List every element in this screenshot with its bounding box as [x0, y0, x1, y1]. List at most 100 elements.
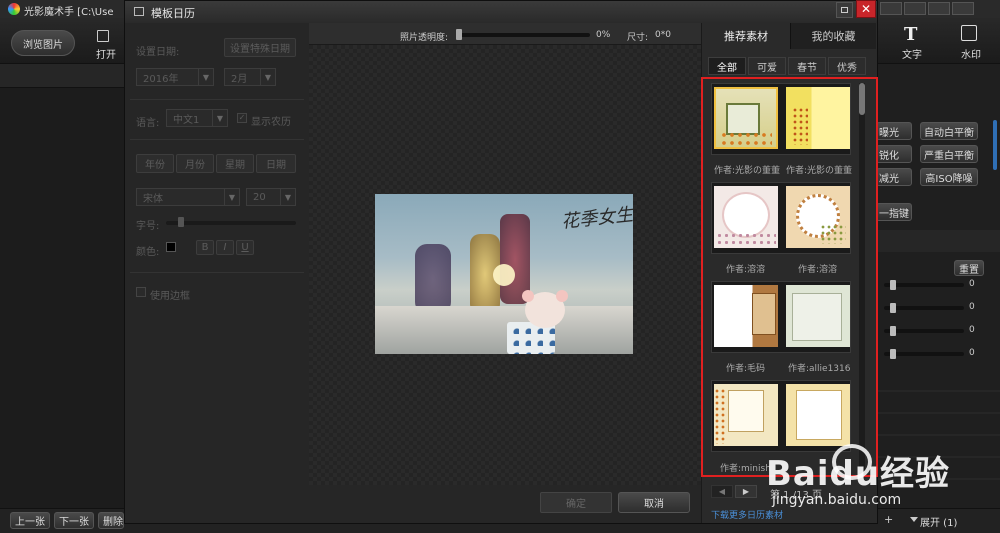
spacing-slider-knob[interactable]: [178, 217, 184, 227]
dialog-maximize-button[interactable]: [836, 2, 853, 18]
right-slider-1[interactable]: [884, 283, 964, 287]
auto-white-balance-button[interactable]: 自动白平衡: [920, 122, 978, 140]
template-thumb[interactable]: [786, 285, 850, 347]
dialog-titlebar: [125, 1, 877, 23]
year-select[interactable]: 2016年 ▼: [136, 68, 214, 86]
one-key-button[interactable]: 一指键: [876, 203, 912, 221]
size-select[interactable]: 20 ▼: [246, 188, 296, 206]
template-thumb[interactable]: [786, 87, 850, 149]
opacity-slider[interactable]: [456, 33, 590, 37]
add-icon[interactable]: +: [884, 513, 893, 526]
color-label: 颜色:: [136, 247, 160, 258]
use-border-label: 使用边框: [150, 291, 190, 302]
divider: [130, 99, 304, 100]
category-spring[interactable]: 春节: [788, 57, 826, 75]
toolbar-mini-2[interactable]: [904, 2, 926, 15]
category-excellent[interactable]: 优秀: [828, 57, 866, 75]
spacing-slider[interactable]: [166, 221, 296, 225]
template-thumb[interactable]: [714, 285, 778, 347]
category-all[interactable]: 全部: [708, 57, 746, 75]
bold-button[interactable]: B: [196, 240, 214, 255]
template-author: 作者:光影の董董: [786, 166, 853, 176]
sharpen-button[interactable]: 锐化: [876, 145, 912, 163]
right-slider-2-value: 0: [969, 302, 975, 312]
right-slider-2[interactable]: [884, 306, 964, 310]
font-select-value: 宋体: [143, 193, 163, 205]
tab-month[interactable]: 月份: [176, 154, 214, 173]
set-special-date-button[interactable]: 设置特殊日期: [224, 38, 296, 57]
confirm-button[interactable]: 确定: [540, 492, 612, 513]
font-select[interactable]: 宋体 ▼: [136, 188, 240, 206]
exposure-button[interactable]: 曝光: [876, 122, 912, 140]
right-slider-4-value: 0: [969, 348, 975, 358]
window-buttons[interactable]: [880, 2, 996, 15]
language-label: 语言:: [136, 118, 160, 129]
template-thumb[interactable]: [714, 186, 778, 248]
cancel-button[interactable]: 取消: [618, 492, 690, 513]
strict-white-balance-button[interactable]: 严重白平衡: [920, 145, 978, 163]
right-slider-1-knob[interactable]: [890, 280, 896, 290]
reduce-light-button[interactable]: 减光: [876, 168, 912, 186]
expand-toggle[interactable]: 展开 (1): [920, 514, 957, 529]
thumb-flowers: [716, 232, 776, 246]
open-icon[interactable]: [97, 30, 109, 42]
right-section-divider: [876, 230, 1000, 252]
right-slider-2-knob[interactable]: [890, 303, 896, 313]
show-lunar-checkbox[interactable]: ✓: [237, 113, 247, 123]
watermark-tool-icon[interactable]: [961, 25, 977, 41]
next-image-button[interactable]: 下一张: [54, 512, 94, 529]
next-page-button[interactable]: ▶: [735, 485, 757, 498]
template-thumb[interactable]: [786, 186, 850, 248]
tab-year[interactable]: 年份: [136, 154, 174, 173]
category-cute[interactable]: 可爱: [748, 57, 786, 75]
thumb-card: [728, 390, 764, 432]
maximize-icon: [841, 7, 848, 13]
thumb-card: [752, 293, 776, 335]
tab-week[interactable]: 星期: [216, 154, 254, 173]
delete-image-button[interactable]: 删除: [98, 512, 124, 529]
size-label: 尺寸:: [627, 33, 649, 43]
text-tool-icon[interactable]: T: [904, 24, 917, 45]
chevron-down-icon: ▼: [198, 69, 213, 85]
material-scrollbar-thumb[interactable]: [859, 83, 865, 115]
tab-day[interactable]: 日期: [256, 154, 296, 173]
divider: [130, 272, 304, 273]
toolbar-mini-3[interactable]: [928, 2, 950, 15]
underline-button[interactable]: U: [236, 240, 254, 255]
template-thumb[interactable]: [714, 384, 778, 446]
toolbar-mini-4[interactable]: [952, 2, 974, 15]
tab-favorites-label: 我的收藏: [811, 30, 856, 43]
download-more-link[interactable]: 下载更多日历素材: [711, 508, 783, 521]
browse-images-button[interactable]: 浏览图片: [11, 30, 75, 56]
reset-button[interactable]: 重置: [954, 260, 984, 276]
high-iso-denoise-button[interactable]: 高ISO降噪: [920, 168, 978, 186]
prev-image-button[interactable]: 上一张: [10, 512, 50, 529]
italic-button[interactable]: I: [216, 240, 234, 255]
tab-favorites[interactable]: 我的收藏: [790, 23, 876, 49]
color-swatch[interactable]: [166, 242, 176, 252]
month-select[interactable]: 2月 ▼: [224, 68, 276, 86]
material-scrollbar[interactable]: [859, 83, 865, 471]
hamster-ear-left: [522, 290, 534, 302]
chevron-down-icon: ▼: [260, 69, 275, 85]
thumb-tree: [792, 107, 808, 145]
right-slider-4-knob[interactable]: [890, 349, 896, 359]
thumb-card: [796, 390, 842, 440]
right-slider-4[interactable]: [884, 352, 964, 356]
right-slider-3-knob[interactable]: [890, 326, 896, 336]
toolbar-mini-1[interactable]: [880, 2, 902, 15]
tab-recommended[interactable]: 推荐素材: [702, 23, 790, 49]
thumb-leaves: [720, 131, 772, 145]
app-right-scrollbar[interactable]: [993, 120, 997, 170]
photo-overlay-text: 花季女生: [560, 204, 633, 233]
dialog-close-button[interactable]: ✕: [856, 0, 876, 18]
language-select[interactable]: 中文1 ▼: [166, 109, 228, 127]
template-thumb[interactable]: [714, 87, 778, 149]
opacity-label: 照片透明度:: [400, 33, 449, 43]
prev-page-button[interactable]: ◀: [711, 485, 733, 498]
right-slider-3[interactable]: [884, 329, 964, 333]
template-thumb[interactable]: [786, 384, 850, 446]
use-border-checkbox[interactable]: [136, 287, 146, 297]
chevron-down-icon: ▼: [280, 189, 295, 205]
opacity-slider-knob[interactable]: [456, 29, 462, 40]
